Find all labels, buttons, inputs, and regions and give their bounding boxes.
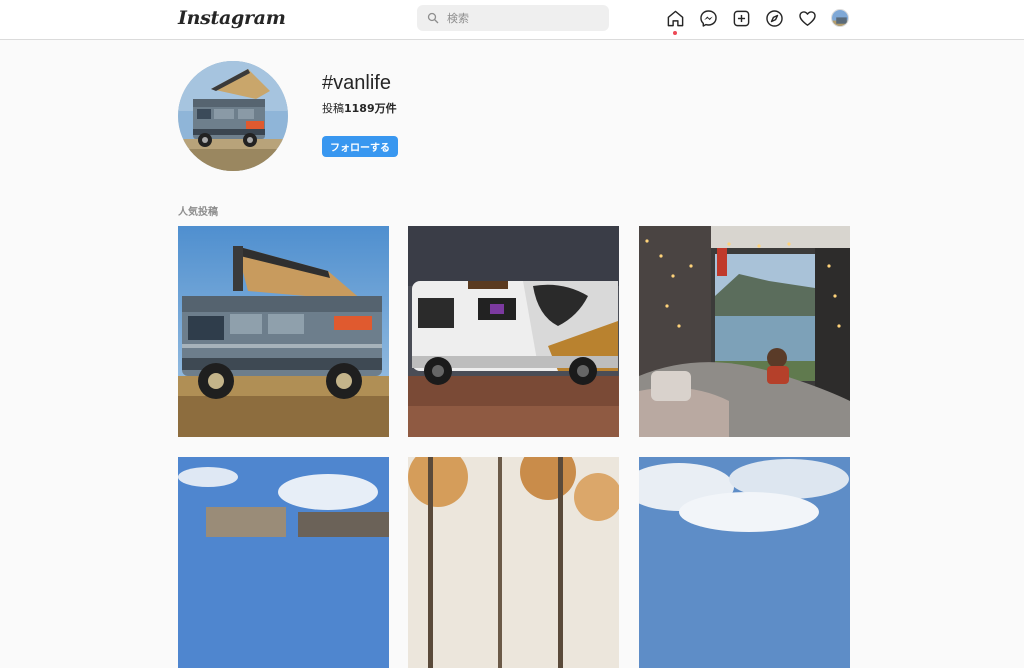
home-icon[interactable] <box>664 7 686 35</box>
post-count-value: 1189万件 <box>344 102 397 115</box>
explore-icon[interactable] <box>763 7 785 29</box>
follow-button[interactable]: フォローする <box>322 136 398 157</box>
search-box[interactable] <box>417 5 609 31</box>
hashtag-title: #vanlife <box>322 72 391 94</box>
post-count-label: 投稿 <box>322 102 344 115</box>
top-posts-heading: 人気投稿 <box>178 207 218 218</box>
active-indicator-dot <box>673 31 677 35</box>
instagram-logo[interactable]: Instagram <box>178 7 286 29</box>
post-tiger-sprinter-van[interactable] <box>408 226 619 437</box>
post-blue-sky-ruins[interactable] <box>178 457 389 668</box>
messenger-icon[interactable] <box>697 7 719 29</box>
search-input[interactable] <box>447 11 597 25</box>
search-icon <box>427 12 439 24</box>
post-autumn-trees[interactable] <box>408 457 619 668</box>
post-van-interior-lake-view[interactable] <box>639 226 850 437</box>
activity-heart-icon[interactable] <box>796 7 818 29</box>
post-count: 投稿 1189万件 <box>322 100 397 116</box>
hashtag-cover-image <box>178 61 288 171</box>
new-post-icon[interactable] <box>730 7 752 29</box>
profile-avatar[interactable] <box>829 7 851 29</box>
avatar <box>831 9 849 27</box>
post-cloudy-sky[interactable] <box>639 457 850 668</box>
top-nav-bar: Instagram <box>0 0 1024 40</box>
post-vw-camper-van[interactable] <box>178 226 389 437</box>
